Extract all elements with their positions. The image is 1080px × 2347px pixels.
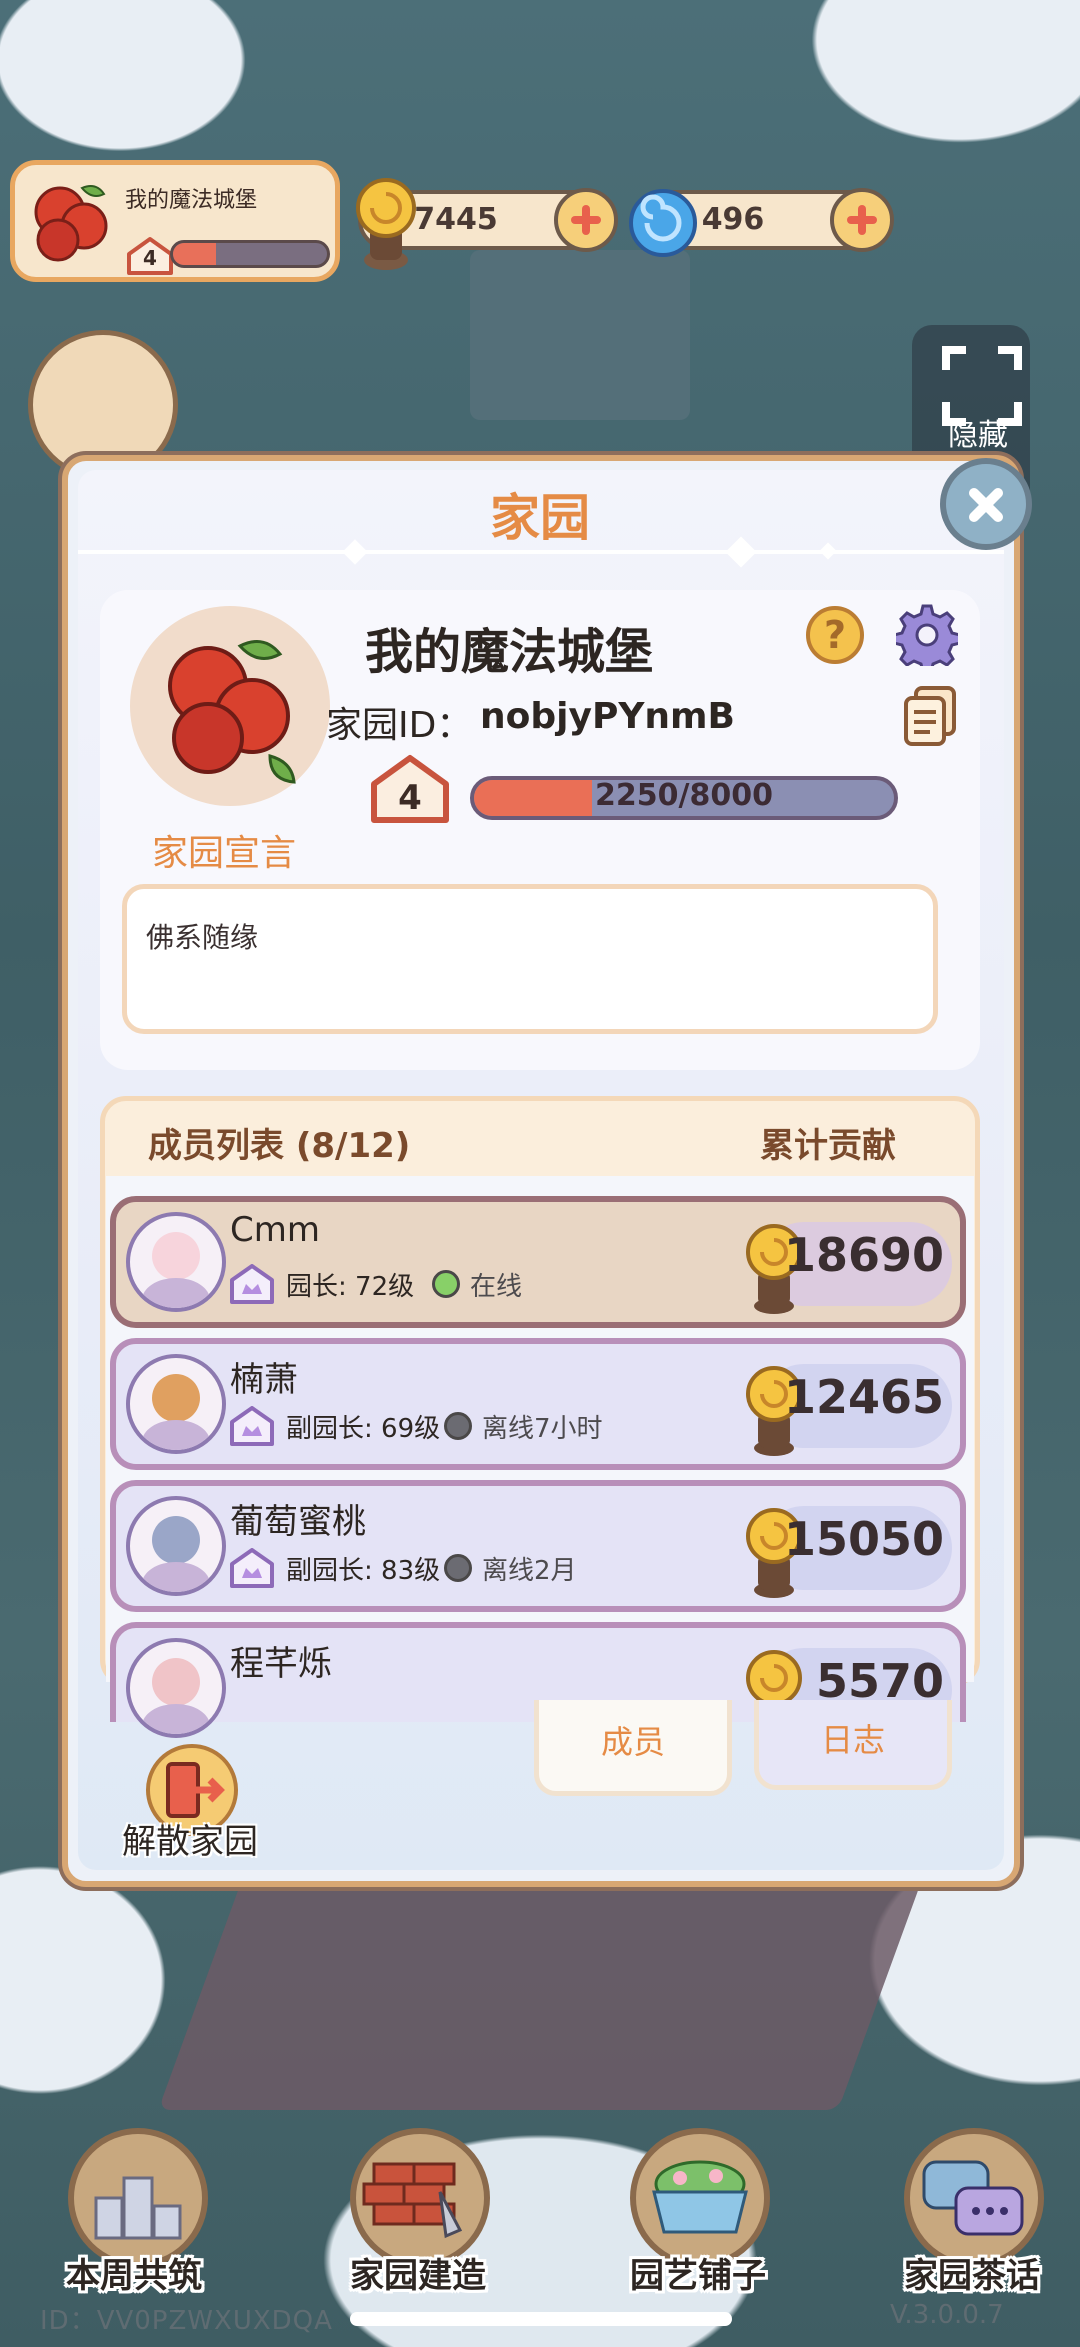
- home-exp-text: 2250/8000: [595, 778, 773, 813]
- home-chat-label: 家园茶话: [904, 2256, 1040, 2296]
- member-status: 离线2月: [482, 1556, 577, 1586]
- member-avatar[interactable]: [126, 1496, 226, 1596]
- member-contribution: 12465: [783, 1370, 944, 1424]
- online-status-icon: [432, 1270, 460, 1298]
- home-build-label: 家园建造: [350, 2256, 486, 2296]
- declaration-text: 佛系随缘: [146, 921, 259, 954]
- rose-avatar-icon: [34, 185, 108, 262]
- member-portrait-icon: [142, 1516, 210, 1592]
- garden-shop-button[interactable]: [630, 2128, 770, 2268]
- declaration-label: 家园宣言: [152, 833, 297, 874]
- member-status: 离线7小时: [482, 1414, 603, 1444]
- member-avatar[interactable]: [126, 1354, 226, 1454]
- home-avatar: [130, 606, 330, 806]
- hud-level-number: 4: [143, 246, 157, 270]
- help-icon[interactable]: ?: [806, 606, 864, 664]
- bricks-trowel-icon: [362, 2162, 463, 2239]
- title-divider: [78, 550, 1004, 554]
- weekly-build-button[interactable]: [68, 2128, 208, 2268]
- contribution-header: 累计贡献: [760, 1126, 896, 1166]
- member-status: 在线: [470, 1272, 523, 1302]
- member-name: Cmm: [230, 1210, 320, 1250]
- home-id-label: 家园ID：: [326, 705, 473, 746]
- podium-icon: [94, 2176, 182, 2240]
- chat-bubbles-icon: [922, 2160, 1024, 2236]
- home-name: 我的魔法城堡: [365, 624, 654, 680]
- hud-home-name: 我的魔法城堡: [125, 188, 258, 213]
- greenhouse-building: [470, 250, 690, 420]
- home-level-number: 4: [398, 778, 422, 818]
- home-chat-button[interactable]: [904, 2128, 1044, 2268]
- version-text: V.3.0.0.7: [890, 2300, 1004, 2330]
- member-portrait-icon: [142, 1374, 210, 1450]
- member-name: 楠萧: [230, 1360, 298, 1400]
- members-header: 成员列表 (8/12): [148, 1126, 411, 1166]
- panel-title: 家园: [490, 489, 590, 547]
- house-badge-icon: [230, 1406, 274, 1446]
- garden-plot: [158, 1880, 922, 2110]
- home-id-value: nobjyPYnmB: [480, 696, 735, 737]
- hide-ui-label: 隐藏: [948, 418, 1008, 453]
- crown-house-icon: [230, 1264, 274, 1304]
- member-role: 副园长: 69级: [286, 1414, 441, 1444]
- tab-log[interactable]: 日志: [754, 1700, 952, 1790]
- member-name: 程芊烁: [230, 1644, 332, 1684]
- declaration-box[interactable]: [122, 884, 938, 1034]
- hud-level-progress: [170, 240, 330, 268]
- add-coins-button[interactable]: [554, 188, 618, 252]
- close-button[interactable]: [940, 458, 1032, 550]
- player-id-text: ID：VV0PZWXUXDQA: [40, 2306, 333, 2336]
- member-avatar[interactable]: [126, 1212, 226, 1312]
- member-row[interactable]: 葡萄蜜桃副园长: 83级 离线2月 15050: [110, 1480, 966, 1612]
- copy-icon[interactable]: [902, 686, 958, 748]
- house-badge-icon: [230, 1548, 274, 1588]
- gear-icon[interactable]: [896, 604, 958, 666]
- member-contribution: 18690: [783, 1228, 944, 1282]
- home-indicator[interactable]: [350, 2312, 732, 2326]
- member-contribution: 15050: [783, 1512, 944, 1566]
- weekly-build-label: 本周共筑: [66, 2256, 202, 2296]
- member-name: 葡萄蜜桃: [230, 1502, 366, 1542]
- flower-basket-icon: [652, 2160, 748, 2234]
- hud-level-badge: 4: [125, 236, 175, 276]
- swirl-gem-icon: [629, 189, 697, 257]
- member-portrait-icon: [142, 1658, 210, 1734]
- member-row[interactable]: Cmm 园长: 72级 在线 18690: [110, 1196, 966, 1328]
- offline-status-icon: [444, 1554, 472, 1582]
- disband-home-button[interactable]: 解散家园: [122, 1814, 258, 1863]
- member-role: 园长: 72级: [286, 1272, 415, 1302]
- offline-status-icon: [444, 1412, 472, 1440]
- add-gems-button[interactable]: [830, 188, 894, 252]
- home-build-button[interactable]: [350, 2128, 490, 2268]
- member-portrait-icon: [142, 1232, 210, 1308]
- rose-emblem-icon: [168, 640, 296, 784]
- snail-coin-icon: [356, 178, 416, 270]
- member-role: 副园长: 83级: [286, 1556, 441, 1586]
- tab-members[interactable]: 成员: [534, 1700, 732, 1796]
- member-avatar[interactable]: [126, 1638, 226, 1738]
- member-row[interactable]: 楠萧副园长: 69级 离线7小时 12465: [110, 1338, 966, 1470]
- garden-shop-label: 园艺铺子: [630, 2256, 766, 2296]
